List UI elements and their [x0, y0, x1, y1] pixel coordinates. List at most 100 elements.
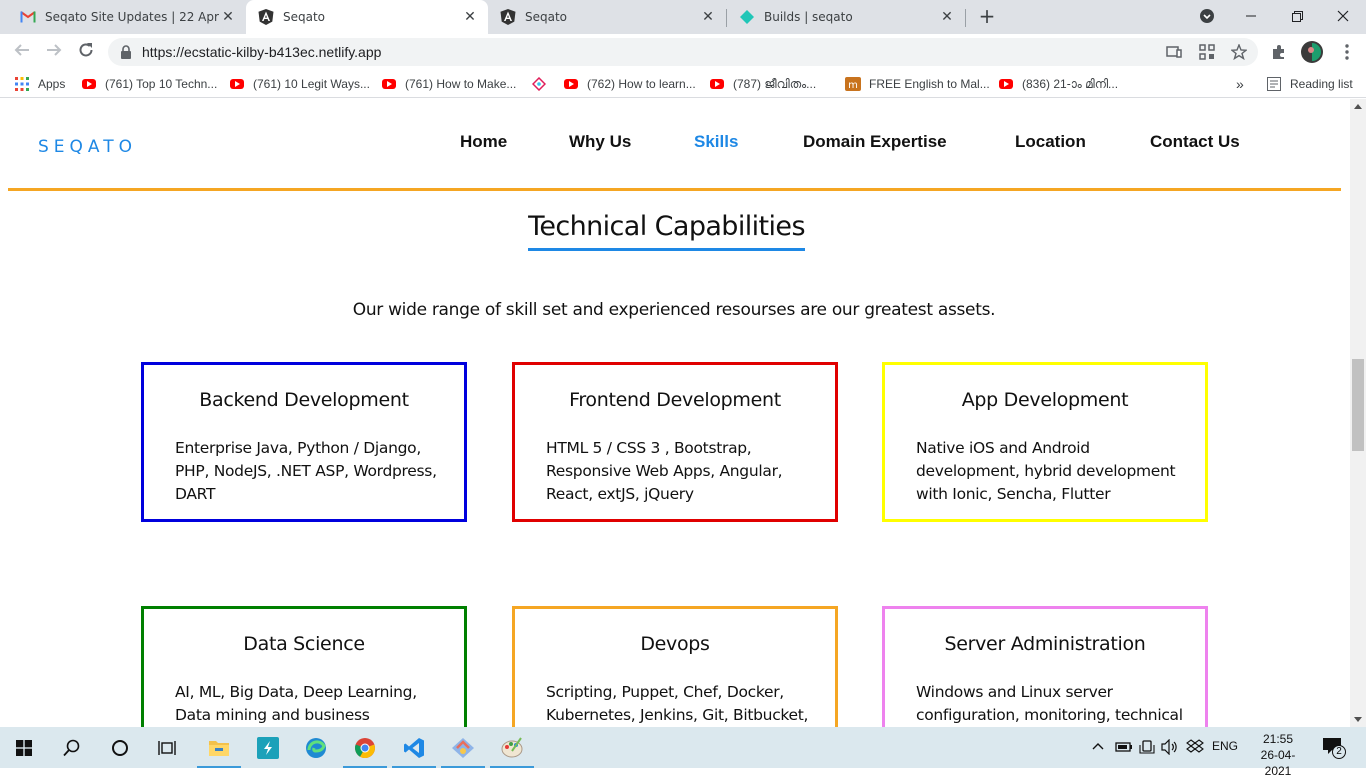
skill-card-app: App Development Native iOS and Android d… [882, 362, 1208, 522]
card-description: Native iOS and Android development, hybr… [916, 439, 1176, 503]
profile-avatar[interactable] [1301, 41, 1323, 63]
menu-kebab-icon[interactable] [1338, 43, 1356, 61]
more-bookmarks-button[interactable]: » [1236, 75, 1244, 93]
nav-home[interactable]: Home [460, 132, 507, 152]
close-window-button[interactable] [1320, 0, 1366, 32]
gmail-icon [20, 9, 36, 25]
extensions-icon[interactable] [1270, 43, 1288, 61]
tab-search-icon [1200, 9, 1214, 23]
card-description: AI, ML, Big Data, Deep Learning, Data mi… [175, 683, 417, 724]
close-tab-icon[interactable]: ✕ [220, 9, 236, 25]
browser-toolbar: https://ecstatic-kilby-b413ec.netlify.ap… [0, 34, 1366, 70]
bookmark-star-icon[interactable] [1231, 44, 1247, 60]
close-tab-icon[interactable]: ✕ [700, 9, 716, 25]
bookmark-item[interactable]: (761) How to Make... [381, 75, 516, 93]
nav-domain-expertise[interactable]: Domain Expertise [803, 132, 947, 152]
volume-icon[interactable] [1161, 739, 1179, 755]
taskbar-edge[interactable] [292, 727, 340, 768]
language-indicator[interactable]: ENG [1212, 739, 1238, 753]
restore-icon [1291, 10, 1303, 22]
browser-tab-netlify[interactable]: Builds | seqato ✕ [727, 0, 965, 34]
nav-location[interactable]: Location [1015, 132, 1086, 152]
scroll-down-arrow-icon[interactable] [1354, 717, 1362, 722]
bookmark-slack[interactable] [531, 75, 555, 93]
notification-count-badge: 2 [1332, 745, 1346, 759]
back-button[interactable] [12, 42, 32, 62]
s-app-icon [257, 736, 279, 759]
taskbar-paint[interactable] [488, 727, 536, 768]
card-description: Enterprise Java, Python / Django, PHP, N… [175, 439, 437, 503]
site-logo[interactable]: SEQATO [38, 137, 137, 157]
scroll-up-arrow-icon[interactable] [1354, 104, 1362, 109]
tab-search-button[interactable] [1184, 0, 1230, 32]
cast-icon[interactable] [1166, 44, 1182, 60]
dropbox-icon[interactable] [1186, 739, 1204, 755]
network-icon[interactable] [1139, 739, 1155, 755]
bookmark-label: FREE English to Mal... [869, 77, 990, 91]
bookmark-item[interactable]: (762) How to learn... [563, 75, 696, 93]
notification-center-button[interactable]: 2 [1322, 737, 1348, 759]
taskbar-chrome[interactable] [341, 727, 389, 768]
arrow-right-icon [47, 44, 62, 56]
taskbar-git-app[interactable] [439, 727, 487, 768]
folder-icon [209, 740, 229, 756]
battery-icon[interactable] [1115, 740, 1133, 754]
bookmark-item[interactable]: (761) 10 Legit Ways... [229, 75, 370, 93]
nav-contact-us[interactable]: Contact Us [1150, 132, 1240, 152]
tab-title: Seqato [283, 10, 326, 24]
forward-button[interactable] [44, 42, 64, 62]
system-clock[interactable]: 21:55 26-04-2021 [1248, 731, 1308, 779]
close-tab-icon[interactable]: ✕ [939, 9, 955, 25]
address-bar[interactable]: https://ecstatic-kilby-b413ec.netlify.ap… [108, 38, 1258, 66]
scrollbar-thumb[interactable] [1352, 359, 1364, 451]
card-description: Scripting, Puppet, Chef, Docker, Kuberne… [546, 683, 809, 724]
qr-code-icon[interactable] [1199, 44, 1215, 60]
section-tagline: Our wide range of skill set and experien… [352, 300, 996, 320]
bookmarks-bar: Apps (761) Top 10 Techn... (761) 10 Legi… [0, 70, 1366, 98]
taskbar-file-explorer[interactable] [195, 727, 243, 768]
chevron-up-icon[interactable] [1092, 741, 1104, 753]
browser-tab-seqato-active[interactable]: Seqato ✕ [246, 0, 488, 34]
bookmark-label: (836) 21-ാം മിനി... [1022, 76, 1119, 91]
url-text[interactable]: https://ecstatic-kilby-b413ec.netlify.ap… [142, 38, 381, 66]
taskbar-vscode[interactable] [390, 727, 438, 768]
nav-why-us[interactable]: Why Us [569, 132, 631, 152]
minimize-icon [1246, 15, 1256, 17]
bookmark-label: (787) ജീവിതം... [733, 76, 817, 91]
bookmark-item[interactable]: (761) Top 10 Techn... [81, 75, 217, 93]
search-button[interactable] [48, 727, 96, 768]
cortana-circle-icon [112, 739, 128, 756]
chrome-icon [355, 737, 375, 758]
paint-palette-icon [501, 736, 523, 757]
card-title: Data Science [243, 633, 365, 655]
bookmark-item[interactable]: (836) 21-ാം മിനി... [998, 75, 1118, 93]
minimize-button[interactable] [1228, 0, 1274, 32]
browser-tab-strip: Seqato Site Updates | 22 Apr 2021 ✕ Seqa… [0, 0, 1366, 34]
bookmark-item[interactable]: m FREE English to Mal... [845, 75, 990, 93]
reload-button[interactable] [76, 42, 96, 62]
browser-tab-gmail[interactable]: Seqato Site Updates | 22 Apr 2021 ✕ [8, 0, 246, 34]
close-tab-icon[interactable]: ✕ [462, 9, 478, 25]
reload-icon [79, 43, 93, 57]
new-tab-button[interactable]: + [976, 6, 998, 28]
vscode-icon [404, 737, 424, 758]
lock-icon[interactable] [120, 45, 132, 59]
taskbar-app-s[interactable] [244, 727, 292, 768]
task-view-icon [158, 740, 176, 755]
cortana-button[interactable] [96, 727, 144, 768]
restore-button[interactable] [1274, 0, 1320, 32]
start-button[interactable] [0, 727, 48, 768]
svg-text:m: m [848, 80, 858, 91]
skill-card-frontend: Frontend Development HTML 5 / CSS 3 , Bo… [512, 362, 838, 522]
task-view-button[interactable] [144, 727, 192, 768]
tab-title: Seqato [525, 10, 568, 24]
reading-list-button[interactable]: Reading list [1266, 75, 1353, 93]
card-title: Backend Development [199, 389, 409, 411]
nav-skills[interactable]: Skills [694, 132, 738, 152]
browser-tab-seqato[interactable]: Seqato ✕ [488, 0, 726, 34]
bookmark-apps[interactable]: Apps [14, 75, 65, 93]
bookmark-item[interactable]: (787) ജീവിതം... [709, 75, 816, 93]
page-scrollbar[interactable] [1350, 99, 1366, 727]
skill-card-backend: Backend Development Enterprise Java, Pyt… [141, 362, 467, 522]
skill-card-data-science: Data Science AI, ML, Big Data, Deep Lear… [141, 606, 467, 727]
